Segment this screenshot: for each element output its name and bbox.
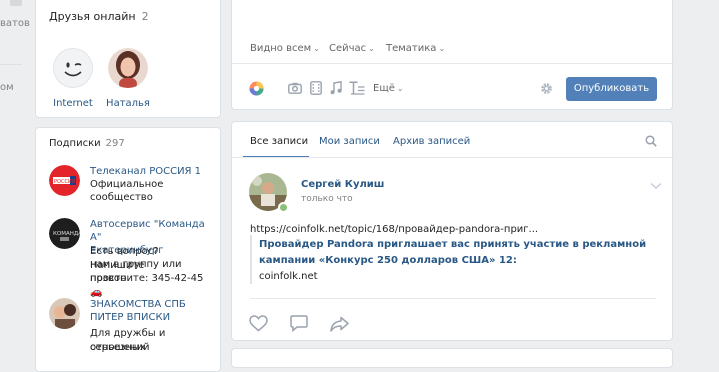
nav-divider (0, 64, 22, 65)
visibility-dropdown[interactable]: Видно всем ⌄ (250, 43, 320, 54)
chevron-down-icon: ⌄ (396, 84, 404, 93)
wall-feed: Все записи Мои записи Архив записей Серг… (231, 121, 674, 341)
post-composer: Видно всем ⌄ Сейчас ⌄ Тематика ⌄ Ещё ⌄ О… (231, 0, 674, 110)
music-icon[interactable] (330, 80, 342, 98)
article-icon[interactable] (349, 81, 365, 98)
tab-my-posts[interactable]: Мои записи (319, 136, 380, 147)
online-indicator (278, 202, 289, 213)
subscriptions-title[interactable]: Подписки 297 (49, 138, 125, 149)
video-icon[interactable] (310, 81, 322, 98)
community-avatar[interactable]: РОССИЯ (49, 165, 80, 196)
friends-online-title[interactable]: Друзья онлайн 2 (49, 10, 149, 23)
gear-icon[interactable] (540, 82, 553, 98)
subscription-desc: позвоните: 345-42-45🚗 (90, 273, 204, 298)
topic-dropdown[interactable]: Тематика ⌄ (386, 43, 445, 54)
camera-icon[interactable] (288, 82, 302, 97)
community-avatar[interactable]: КОМАНДА (49, 218, 80, 249)
search-icon[interactable] (645, 135, 657, 150)
friend-item[interactable]: Internet (43, 48, 103, 109)
post-timestamp[interactable]: только что (301, 194, 353, 204)
svg-text:РОССИЯ: РОССИЯ (54, 179, 75, 185)
nav-item-label[interactable]: ватов (0, 18, 30, 29)
chevron-down-icon: ⌄ (313, 44, 320, 53)
friend-name[interactable]: Наталья (98, 98, 158, 109)
palette-icon[interactable] (249, 81, 264, 99)
svg-text:КОМАНДА: КОМАНДА (53, 231, 80, 237)
nav-counter-badge (10, 0, 22, 6)
friend-name[interactable]: Internet (43, 98, 103, 109)
next-post-card (231, 348, 673, 368)
subscription-name[interactable]: Телеканал РОССИЯ 1 (90, 165, 208, 178)
composer-divider (232, 63, 674, 64)
snippet-domain[interactable]: coinfolk.net (259, 271, 318, 282)
post-actions-divider (250, 298, 656, 299)
time-dropdown[interactable]: Сейчас ⌄ (329, 43, 375, 54)
community-avatar[interactable] (49, 298, 80, 329)
chevron-down-icon[interactable] (650, 179, 662, 193)
tab-archive[interactable]: Архив записей (393, 136, 470, 147)
like-icon[interactable] (249, 315, 268, 335)
photo-avatar[interactable] (108, 48, 148, 88)
friend-item[interactable]: Наталья (98, 48, 158, 109)
publish-button[interactable]: Опубликовать (566, 77, 657, 101)
smiley-avatar[interactable] (53, 48, 93, 88)
snippet-quote-bar (250, 235, 252, 284)
friends-online-card: Друзья онлайн 2 Internet Наталья (35, 0, 221, 118)
tabs-divider (232, 157, 674, 158)
subscriptions-card: Подписки 297 РОССИЯ Телеканал РОССИЯ 1 Оф… (35, 127, 221, 372)
chevron-down-icon: ⌄ (368, 44, 375, 53)
subscription-desc: Официальное (90, 179, 164, 190)
subscription-desc: отношений (90, 342, 150, 353)
post-author-avatar[interactable] (249, 173, 289, 213)
share-icon[interactable] (330, 316, 349, 335)
comment-icon[interactable] (290, 315, 308, 335)
more-attachments-button[interactable]: Ещё ⌄ (373, 83, 404, 94)
tab-all-posts[interactable]: Все записи (250, 136, 308, 147)
chevron-down-icon: ⌄ (438, 44, 446, 53)
nav-item-label[interactable]: ом (0, 82, 14, 93)
post-link[interactable]: https://coinfolk.net/topic/168/провайдер… (250, 224, 538, 235)
post-author-name[interactable]: Сергей Кулиш (301, 179, 384, 190)
subscription-desc: сообщество (90, 192, 153, 203)
snippet-title[interactable]: Провайдер Pandora приглашает вас принять… (259, 237, 659, 268)
subscription-name[interactable]: ЗНАКОМСТВА СПБ ПИТЕР ВПИСКИ (90, 298, 208, 324)
